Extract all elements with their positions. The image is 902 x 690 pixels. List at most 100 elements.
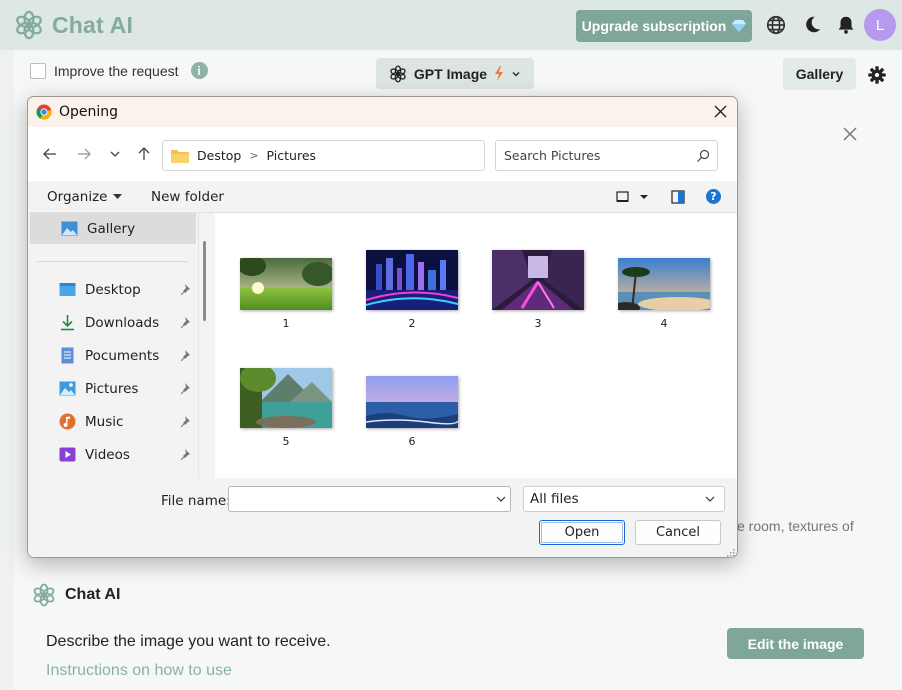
address-separator-icon: > bbox=[249, 149, 259, 162]
chevron-down-icon[interactable] bbox=[495, 493, 507, 505]
file-type-select[interactable]: All files bbox=[523, 486, 725, 512]
sidebar-item-label: Desktop bbox=[85, 281, 141, 298]
instructions-link[interactable]: Instructions on how to use bbox=[46, 662, 232, 680]
chrome-icon bbox=[36, 104, 52, 120]
sidebar-item-downloads[interactable]: Downloads bbox=[28, 307, 196, 338]
brand[interactable]: Chat AI bbox=[14, 10, 133, 40]
help-icon[interactable]: ? bbox=[706, 189, 721, 204]
prompt-text-partial: e room, textures of bbox=[737, 518, 854, 534]
open-button[interactable]: Open bbox=[539, 520, 625, 545]
back-arrow-icon[interactable] bbox=[41, 145, 59, 163]
up-arrow-icon[interactable] bbox=[135, 145, 153, 163]
download-icon bbox=[61, 315, 74, 331]
close-icon[interactable] bbox=[842, 126, 858, 142]
gear-icon[interactable] bbox=[867, 65, 887, 85]
chevron-down-icon bbox=[705, 496, 715, 502]
sidebar-item-label: Videos bbox=[85, 446, 130, 463]
resize-grip-icon[interactable] bbox=[725, 547, 735, 557]
file-name: 2 bbox=[408, 317, 416, 330]
thumbnail-neon-street-image bbox=[492, 250, 584, 310]
music-icon bbox=[59, 413, 76, 430]
dialog-titlebar[interactable]: Opening bbox=[28, 97, 737, 127]
view-options-icon[interactable] bbox=[616, 190, 650, 204]
file-name: 1 bbox=[282, 317, 290, 330]
cancel-button[interactable]: Cancel bbox=[635, 520, 721, 545]
sidebar-item-label: Pocuments bbox=[85, 347, 160, 364]
sidebar-scrollbar-thumb[interactable] bbox=[203, 241, 206, 321]
search-input[interactable]: Search Pictures bbox=[495, 140, 718, 171]
globe-icon[interactable] bbox=[765, 14, 787, 36]
sidebar-item-label: Downloads bbox=[85, 314, 160, 331]
preview-pane-icon[interactable] bbox=[671, 190, 685, 204]
file-list: 1 2 3 4 5 6 bbox=[215, 213, 737, 478]
file-type-value: All files bbox=[530, 491, 579, 507]
desktop-icon bbox=[59, 283, 76, 296]
pin-icon[interactable] bbox=[181, 449, 192, 460]
pin-icon[interactable] bbox=[181, 317, 192, 328]
gallery-button[interactable]: Gallery bbox=[783, 58, 856, 90]
openai-logo-icon bbox=[33, 583, 55, 607]
improve-request-row: Improve the request i bbox=[30, 62, 208, 79]
avatar[interactable]: L bbox=[864, 9, 896, 41]
improve-request-label: Improve the request bbox=[54, 62, 179, 79]
chevron-down-icon bbox=[512, 71, 520, 77]
pin-icon[interactable] bbox=[181, 416, 192, 427]
forward-arrow-icon[interactable] bbox=[75, 145, 93, 163]
edit-image-button[interactable]: Edit the image bbox=[727, 628, 864, 659]
app-header: Chat AI Upgrade subscription L bbox=[0, 0, 902, 50]
sidebar-item-music[interactable]: Music bbox=[28, 406, 196, 437]
thumbnail-beach-image bbox=[618, 258, 710, 310]
file-name-input[interactable] bbox=[228, 486, 511, 512]
chat-title: Chat AI bbox=[65, 586, 121, 603]
pin-icon[interactable] bbox=[181, 383, 192, 394]
thumbnail-mountain-lake-image bbox=[240, 368, 332, 428]
dialog-close-icon[interactable] bbox=[714, 105, 727, 118]
brand-name: Chat AI bbox=[52, 11, 134, 38]
sidebar-item-desktop[interactable]: Desktop bbox=[28, 274, 196, 305]
folder-icon bbox=[171, 149, 189, 163]
model-select[interactable]: GPT Image bbox=[376, 58, 534, 89]
sidebar-divider bbox=[37, 261, 188, 262]
info-icon[interactable]: i bbox=[190, 62, 208, 79]
videos-icon bbox=[59, 447, 76, 462]
file-open-dialog: Opening Destop > Pictures Search Picture… bbox=[27, 96, 738, 558]
file-name: 5 bbox=[282, 435, 290, 448]
sidebar-item-label: Gallery bbox=[87, 220, 136, 237]
thumbnail-park-image bbox=[240, 258, 332, 310]
sidebar-scrollbar-track[interactable] bbox=[198, 213, 214, 478]
sidebar-item-label: Pictures bbox=[85, 380, 139, 397]
organize-button[interactable]: Organize bbox=[47, 189, 123, 205]
dialog-sidebar: Gallery Desktop Downloads Pocuments Pict… bbox=[28, 213, 214, 478]
dialog-footer: File name: All files Open Cancel bbox=[28, 478, 737, 557]
model-label: GPT Image bbox=[413, 65, 488, 82]
address-segment-desktop[interactable]: Destop bbox=[197, 148, 241, 163]
bell-icon[interactable] bbox=[835, 14, 857, 36]
sidebar-item-label: Music bbox=[85, 413, 124, 430]
file-name: 4 bbox=[660, 317, 668, 330]
new-folder-button[interactable]: New folder bbox=[151, 189, 224, 205]
improve-request-checkbox[interactable] bbox=[30, 62, 46, 79]
dialog-title: Opening bbox=[59, 104, 119, 120]
gallery-icon bbox=[61, 221, 78, 236]
lightning-icon bbox=[495, 66, 504, 81]
sidebar-item-videos[interactable]: Videos bbox=[28, 439, 196, 470]
pin-icon[interactable] bbox=[181, 350, 192, 361]
sidebar-item-pictures[interactable]: Pictures bbox=[28, 373, 196, 404]
upgrade-subscription-button[interactable]: Upgrade subscription bbox=[576, 10, 752, 42]
dialog-command-bar: Organize New folder ? bbox=[28, 181, 737, 213]
file-name-label: File name: bbox=[161, 493, 231, 509]
recent-dropdown-icon[interactable] bbox=[106, 145, 124, 163]
address-segment-pictures[interactable]: Pictures bbox=[267, 148, 317, 163]
search-placeholder: Search Pictures bbox=[504, 148, 601, 163]
sidebar-item-documents[interactable]: Pocuments bbox=[28, 340, 196, 371]
pin-icon[interactable] bbox=[181, 284, 192, 295]
thumbnail-seascape-image bbox=[366, 376, 458, 428]
caret-down-icon bbox=[113, 194, 123, 199]
address-bar[interactable]: Destop > Pictures bbox=[162, 140, 608, 171]
moon-icon[interactable] bbox=[801, 14, 823, 36]
dialog-navbar: Destop > Pictures Search Pictures bbox=[28, 127, 737, 181]
thumbnail-city-night-image bbox=[366, 250, 458, 310]
upgrade-label: Upgrade subscription bbox=[581, 18, 727, 34]
sidebar-item-gallery[interactable]: Gallery bbox=[30, 213, 196, 244]
diamond-icon bbox=[732, 20, 747, 32]
